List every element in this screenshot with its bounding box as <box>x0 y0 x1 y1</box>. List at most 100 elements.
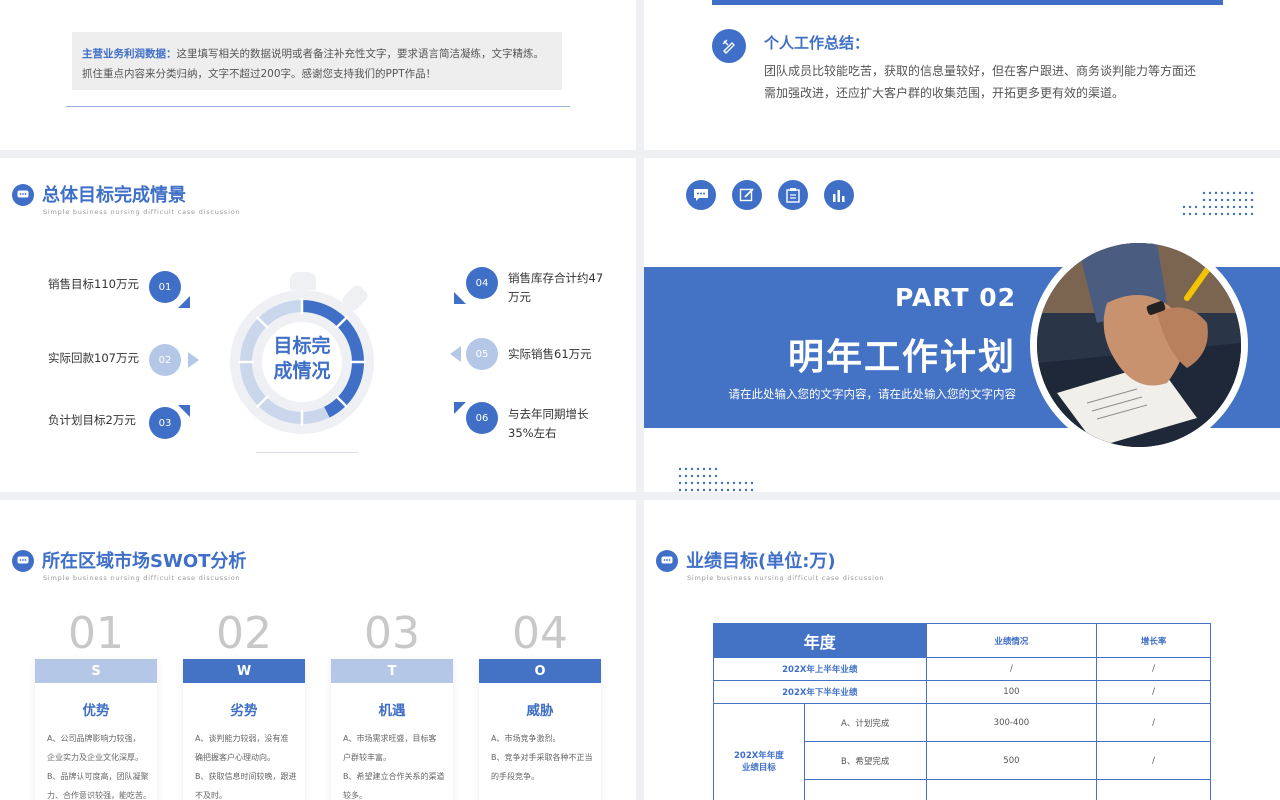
swot-line: 户群较丰富。 <box>343 753 391 762</box>
row-label: 202X年下半年业绩 <box>713 680 927 704</box>
writing-photo <box>1037 243 1241 447</box>
row-label: 202X年上半年业绩 <box>713 657 927 681</box>
bar-chart-icon <box>824 180 854 210</box>
swot-card-t: T 机遇 A、市场需求旺盛，目标客 户群较丰富。 B、希望建立合作关系的渠道 较… <box>331 659 453 800</box>
swot-line: B、品牌认可度高，团队凝聚 <box>47 772 149 781</box>
row-value: / <box>925 657 1098 681</box>
note-box: 主营业务利润数据：这里填写相关的数据说明或者备注补充性文字，要求语言简洁凝练，文… <box>72 32 562 90</box>
swot-card-s: S 优势 A、公司品牌影响力较强， 企业实力及企业文化深厚。 B、品牌认可度高，… <box>35 659 157 800</box>
item-06-text: 与去年同期增长 35%左右 <box>508 405 589 443</box>
group-label-line1: 202X年年度 <box>734 750 784 761</box>
item-05-badge: 05 <box>466 338 498 370</box>
header-performance: 业绩情况 <box>925 623 1098 658</box>
item-02-badge: 02 <box>149 344 181 376</box>
empty-cell <box>803 779 927 800</box>
swot-description: A、公司品牌影响力较强， 企业实力及企业文化深厚。 B、品牌认可度高，团队凝聚 … <box>47 729 151 800</box>
sub-row-rate: / <box>1096 741 1211 780</box>
item-02-text: 实际回款107万元 <box>48 351 139 365</box>
performance-table: 年度 业绩情况 增长率 202X年上半年业绩 / / 202X年下半年业绩 10… <box>713 623 1211 800</box>
swot-line: A、市场需求旺盛，目标客 <box>343 734 437 743</box>
slide-goal-completion: 总体目标完成情景 Simple business nursing difficu… <box>0 158 636 492</box>
part-subtitle: 请在此处输入您的文字内容，请在此处输入您的文字内容 <box>728 387 1017 401</box>
summary-text: 团队成员比较能吃苦，获取的信息量较好，但在客户跟进、商务谈判能力等方面还需加强改… <box>764 64 1197 100</box>
section-title: 业绩目标(单位:万) <box>686 551 836 572</box>
section-subtitle: Simple business nursing difficult case d… <box>687 574 885 582</box>
decor-dots-top <box>1182 191 1254 216</box>
center-label-line2: 成情况 <box>273 360 331 382</box>
note-label: 主营业务利润数据： <box>82 48 177 60</box>
item-06-text-line2: 35%左右 <box>508 426 557 440</box>
swot-number: 04 <box>512 608 568 659</box>
swot-card-w: W 劣势 A、谈判能力较弱，没有准 确把握客户心理动向。 B、获取信息时间较晚，… <box>183 659 305 800</box>
section-subtitle: Simple business nursing difficult case d… <box>43 574 241 582</box>
sub-row-value: 500 <box>925 741 1098 780</box>
clipboard-icon <box>778 180 808 210</box>
item-03-badge: 03 <box>149 407 181 439</box>
group-label-line2: 业绩目标 <box>741 762 776 773</box>
section-subtitle: Simple business nursing difficult case d… <box>43 208 241 216</box>
section-title: 总体目标完成情景 <box>42 185 186 206</box>
swot-line: 的手段竞争。 <box>491 772 539 781</box>
group-label: 202X年年度 业绩目标 <box>713 703 805 800</box>
item-04-text: 销售库存合计约47 万元 <box>508 269 603 307</box>
item-05-text: 实际销售61万元 <box>508 347 592 361</box>
decor-dots-bottom <box>678 467 754 492</box>
swot-description: A、市场竞争激烈。 B、竞争对手采取各种不正当 的手段竞争。 <box>491 729 595 786</box>
swot-line: 确把握客户心理动向。 <box>195 753 275 762</box>
top-bar <box>712 0 1223 5</box>
item-06-badge: 06 <box>466 402 498 434</box>
swot-number: 01 <box>68 608 124 659</box>
swot-description: A、市场需求旺盛，目标客 户群较丰富。 B、希望建立合作关系的渠道 较多。 <box>343 729 447 800</box>
swot-line: 不及时。 <box>195 791 227 800</box>
swot-name: 威胁 <box>526 703 554 719</box>
summary-title: 个人工作总结： <box>764 34 870 52</box>
swot-line: 力、合作意识较强，能吃苦。 <box>47 791 151 800</box>
item-06-pointer <box>454 402 466 414</box>
swot-number: 03 <box>364 608 420 659</box>
divider <box>66 106 570 107</box>
sub-row-value: 300-400 <box>925 703 1098 742</box>
slide-profit-note: 主营业务利润数据：这里填写相关的数据说明或者备注补充性文字，要求语言简洁凝练，文… <box>0 0 636 150</box>
item-06-text-line1: 与去年同期增长 <box>508 407 589 421</box>
swot-letter: S <box>35 659 157 683</box>
edit-icon <box>732 180 762 210</box>
item-04-badge: 04 <box>466 267 498 299</box>
table-row: 202X年下半年业绩 100 / <box>713 680 1211 704</box>
pencil-ruler-icon <box>712 29 746 63</box>
swot-name: 机遇 <box>378 703 406 719</box>
sub-row-label: B、希望完成 <box>803 741 927 780</box>
swot-line: 企业实力及企业文化深厚。 <box>47 753 143 762</box>
chat-icon <box>12 184 34 206</box>
swot-line: B、希望建立合作关系的渠道 <box>343 772 445 781</box>
center-label: 目标完 成情况 <box>252 334 352 384</box>
empty-cell <box>1096 779 1211 800</box>
item-02-pointer <box>188 352 199 368</box>
swot-card-o: O 威胁 A、市场竞争激烈。 B、竞争对手采取各种不正当 的手段竞争。 <box>479 659 601 800</box>
swot-line: A、市场竞争激烈。 <box>491 734 561 743</box>
chat-icon <box>12 550 34 572</box>
stopwatch-stem <box>290 272 316 290</box>
row-value: 100 <box>925 680 1098 704</box>
slide-part-02: PART 02 明年工作计划 请在此处输入您的文字内容，请在此处输入您的文字内容 <box>644 158 1280 492</box>
slide-swot: 所在区域市场SWOT分析 Simple business nursing dif… <box>0 500 636 800</box>
chat-icon <box>686 180 716 210</box>
item-04-text-line1: 销售库存合计约47 <box>508 271 604 285</box>
item-01-text: 销售目标110万元 <box>48 277 139 291</box>
swot-line: 较多。 <box>343 791 367 800</box>
part-title: 明年工作计划 <box>787 337 1016 378</box>
swot-line: B、获取信息时间较晚，跟进 <box>195 772 297 781</box>
row-rate: / <box>1096 657 1211 681</box>
item-01-badge: 01 <box>149 271 181 303</box>
table-row: 202X年上半年业绩 / / <box>713 657 1211 681</box>
swot-letter: T <box>331 659 453 683</box>
table-row: 202X年年度 业绩目标 A、计划完成 300-400 / <box>713 703 1211 800</box>
table-header-row: 年度 业绩情况 增长率 <box>713 623 1211 658</box>
header-year: 年度 <box>713 623 927 658</box>
swot-line: A、谈判能力较弱，没有准 <box>195 734 289 743</box>
swot-number: 02 <box>216 608 272 659</box>
swot-line: A、公司品牌影响力较强， <box>47 734 141 743</box>
item-03-text: 负计划目标2万元 <box>48 413 136 427</box>
item-04-pointer <box>454 292 466 304</box>
center-label-line1: 目标完 <box>273 335 331 357</box>
sub-row-rate: / <box>1096 703 1211 742</box>
